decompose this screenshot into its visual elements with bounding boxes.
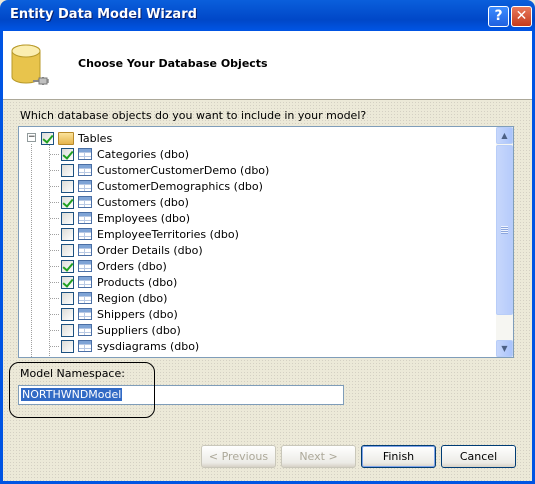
tree-item-label: Orders (dbo) [97, 259, 167, 273]
database-icon [11, 44, 49, 85]
tree-item-label: Region (dbo) [97, 291, 168, 305]
tree-line [50, 250, 60, 251]
wizard-body: Which database objects do you want to in… [3, 101, 532, 481]
tree-item[interactable]: Shippers (dbo) [61, 306, 178, 322]
tree-line [50, 154, 60, 155]
table-icon [78, 308, 92, 320]
table-icon [78, 276, 92, 288]
window-title: Entity Data Model Wizard [10, 7, 197, 22]
help-button[interactable]: ? [488, 6, 509, 27]
table-checkbox[interactable] [61, 211, 74, 225]
table-icon [78, 148, 92, 160]
tree-item[interactable]: Suppliers (dbo) [61, 322, 181, 338]
table-icon [78, 324, 92, 336]
tree-line [50, 234, 60, 235]
tree-item-label: CustomerCustomerDemo (dbo) [97, 163, 270, 177]
table-checkbox[interactable] [61, 179, 74, 193]
tree-line [50, 314, 60, 315]
tree-item-label: CustomerDemographics (dbo) [97, 179, 263, 193]
cancel-button[interactable]: Cancel [441, 445, 516, 468]
vertical-scrollbar[interactable]: ▲ ▼ [496, 127, 513, 357]
wizard-header: Choose Your Database Objects [3, 31, 532, 100]
tree-item-label: Employees (dbo) [97, 211, 190, 225]
scroll-grip [501, 226, 508, 234]
question-label: Which database objects do you want to in… [20, 109, 367, 122]
table-icon [78, 260, 92, 272]
tree-line [50, 346, 60, 347]
table-icon [78, 340, 92, 352]
tree-item-label: Shippers (dbo) [97, 307, 178, 321]
finish-button[interactable]: Finish [361, 445, 436, 468]
tree-item[interactable]: Products (dbo) [61, 274, 177, 290]
page-heading: Choose Your Database Objects [78, 57, 268, 70]
table-checkbox[interactable] [61, 259, 74, 273]
tree-line [31, 144, 32, 357]
table-checkbox[interactable] [61, 339, 74, 353]
tree-item-label: Suppliers (dbo) [97, 323, 181, 337]
table-icon [78, 164, 92, 176]
table-icon [78, 180, 92, 192]
tree-item-label: Categories (dbo) [97, 147, 190, 161]
table-checkbox[interactable] [61, 163, 74, 177]
table-icon [78, 292, 92, 304]
scroll-up-button[interactable]: ▲ [496, 127, 513, 144]
next-button[interactable]: Next > [281, 445, 356, 468]
tree-item-label: EmployeeTerritories (dbo) [97, 227, 239, 241]
tree-line [50, 218, 60, 219]
tree-line [50, 266, 60, 267]
tables-checkbox[interactable] [41, 131, 54, 145]
tree-line [50, 170, 60, 171]
dialog-client: Choose Your Database Objects Which datab… [3, 31, 532, 481]
tree-item[interactable]: Employees (dbo) [61, 210, 190, 226]
tree-line [50, 282, 60, 283]
table-icon [78, 212, 92, 224]
table-icon [78, 196, 92, 208]
tree-item-label: Customers (dbo) [97, 195, 189, 209]
namespace-highlight-annotation [9, 362, 155, 418]
tree-item[interactable]: CustomerCustomerDemo (dbo) [61, 162, 269, 178]
tree-item[interactable]: Categories (dbo) [61, 146, 189, 162]
tree-item[interactable]: Region (dbo) [61, 290, 167, 306]
wizard-window: Entity Data Model Wizard ? ✕ Choose Your… [0, 0, 535, 484]
previous-button[interactable]: < Previous [201, 445, 276, 468]
tree-node-label: Tables [78, 131, 113, 145]
tree-line [50, 186, 60, 187]
table-icon [78, 228, 92, 240]
table-icon [78, 244, 92, 256]
close-button[interactable]: ✕ [511, 6, 532, 27]
table-checkbox[interactable] [61, 291, 74, 305]
tree-line [50, 298, 60, 299]
tables-folder-icon [58, 131, 74, 145]
scroll-thumb[interactable] [496, 145, 513, 315]
tree-node-tables[interactable]: Tables [41, 130, 112, 146]
tree-item[interactable]: Customers (dbo) [61, 194, 189, 210]
tree-item[interactable]: Order Details (dbo) [61, 242, 203, 258]
table-checkbox[interactable] [61, 243, 74, 257]
table-checkbox[interactable] [61, 323, 74, 337]
tree-item[interactable]: sysdiagrams (dbo) [61, 338, 199, 354]
table-checkbox[interactable] [61, 195, 74, 209]
database-objects-tree[interactable]: − Tables Categories (dbo) CustomerCustome… [18, 126, 514, 358]
title-bar: Entity Data Model Wizard ? ✕ [3, 0, 532, 31]
tree-item-label: Products (dbo) [97, 275, 178, 289]
tree-item-label: sysdiagrams (dbo) [97, 339, 200, 353]
tree-line [50, 202, 60, 203]
tree-line [50, 330, 60, 331]
tree-item[interactable]: CustomerDemographics (dbo) [61, 178, 263, 194]
table-checkbox[interactable] [61, 307, 74, 321]
table-checkbox[interactable] [61, 275, 74, 289]
collapse-toggle[interactable]: − [27, 133, 36, 142]
tree-item[interactable]: Orders (dbo) [61, 258, 167, 274]
tree-item-label: Order Details (dbo) [97, 243, 203, 257]
tree-item[interactable]: EmployeeTerritories (dbo) [61, 226, 239, 242]
table-checkbox[interactable] [61, 147, 74, 161]
table-checkbox[interactable] [61, 227, 74, 241]
scroll-down-button[interactable]: ▼ [496, 340, 513, 357]
